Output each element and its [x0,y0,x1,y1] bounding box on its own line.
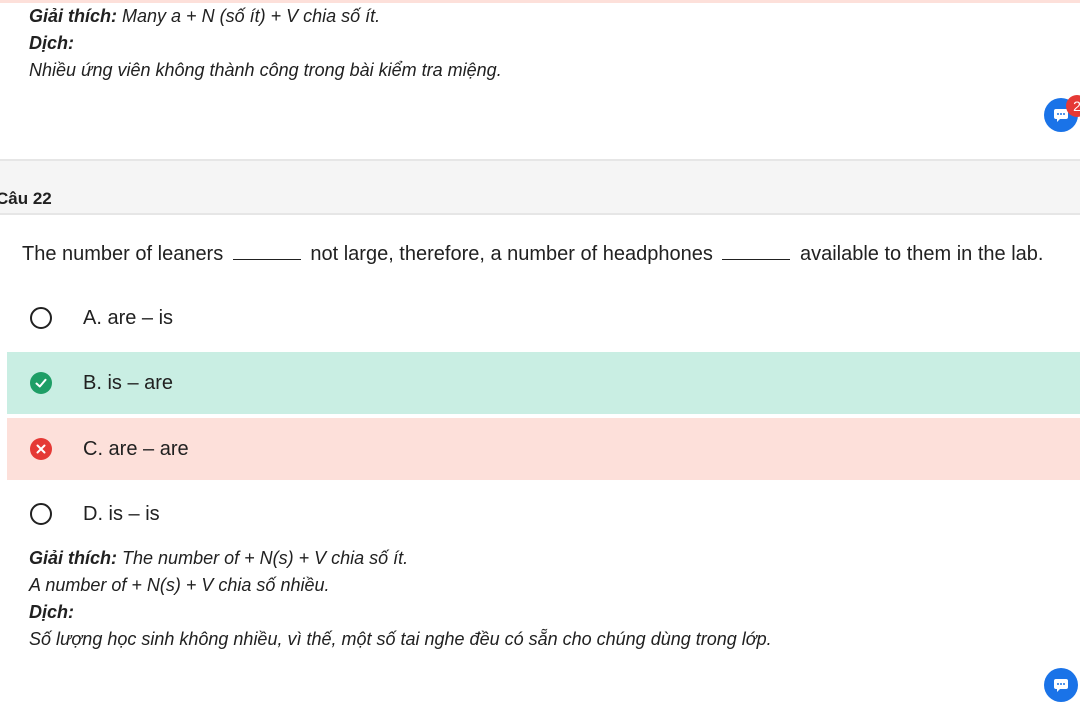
explanation-label: Giải thích: [29,548,118,568]
option-a[interactable]: A. are – is [7,287,1080,349]
explanation-line-1: The number of + N(s) + V chia số ít. [122,548,409,568]
translation-text: Số lượng học sinh không nhiều, vì thế, m… [29,629,772,649]
explanation-label: Giải thích: [29,6,118,26]
blank-2 [722,243,791,260]
option-b[interactable]: B. is – are [7,352,1080,414]
blank-1 [232,243,301,260]
explanation-line-2: A number of + N(s) + V chia số nhiều. [29,575,330,595]
translation-label: Dịch: [29,33,74,53]
option-label: C. are – are [83,437,189,460]
radio-icon [30,503,52,525]
translation-label: Dịch: [29,602,74,622]
comment-icon [1054,679,1068,692]
option-d[interactable]: D. is – is [7,483,1080,545]
option-label: A. are – is [83,306,174,329]
option-label: D. is – is [83,502,160,525]
question-part-1: The number of leaners [22,243,224,265]
question-part-2: not large, therefore, a number of headph… [310,243,713,265]
radio-icon [30,307,52,329]
explanation-text: Many a + N (số ít) + V chia số ít. [122,6,381,26]
cross-circle-icon [30,438,52,460]
explanation-block: Giải thích: The number of + N(s) + V chi… [29,545,772,653]
option-c[interactable]: C. are – are [7,418,1080,480]
question-text: The number of leaners not large, therefo… [22,243,1043,266]
option-label: B. is – are [83,371,174,394]
check-circle-icon [30,372,52,394]
question-title: Câu 22 [0,189,52,208]
previous-explanation: Giải thích: Many a + N (số ít) + V chia … [29,3,502,84]
question-part-3: available to them in the lab. [799,243,1044,265]
question-header-band [0,159,1080,215]
translation-text: Nhiều ứng viên không thành công trong bà… [29,60,502,80]
